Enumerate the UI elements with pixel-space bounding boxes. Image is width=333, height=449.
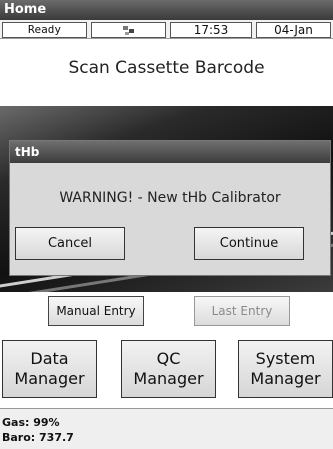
window-title: Home [0,0,333,20]
manual-entry-button[interactable]: Manual Entry [48,296,144,326]
qc-manager-label-2: Manager [133,369,204,388]
last-entry-button[interactable]: Last Entry [194,296,290,326]
data-manager-button[interactable]: Data Manager [2,340,97,398]
continue-button[interactable]: Continue [194,227,304,260]
status-ready: Ready [2,22,87,38]
data-manager-label-1: Data [30,349,69,368]
dialog-message: WARNING! - New tHb Calibrator [59,190,281,206]
qc-manager-label-1: QC [156,349,181,368]
barometric-pressure: Baro: 737.7 [2,431,74,444]
status-footer: Gas: 99% Baro: 737.7 [0,408,333,449]
cancel-button[interactable]: Cancel [15,227,125,260]
status-time: 17:53 [170,22,252,38]
status-bar: Ready 17:53 04-Jan [0,20,333,39]
dialog-title: tHb [10,141,330,163]
status-date: 04-Jan [256,22,331,38]
qc-manager-button[interactable]: QC Manager [121,340,216,398]
data-manager-label-2: Manager [14,369,85,388]
gas-level: Gas: 99% [2,416,60,429]
system-manager-label-2: Manager [250,369,321,388]
network-icon [122,26,134,35]
system-manager-button[interactable]: System Manager [238,340,333,398]
scan-instruction: Scan Cassette Barcode [68,58,265,78]
warning-dialog: tHb WARNING! - New tHb Calibrator Cancel… [9,140,331,276]
network-status [91,22,166,38]
system-manager-label-1: System [255,349,316,368]
